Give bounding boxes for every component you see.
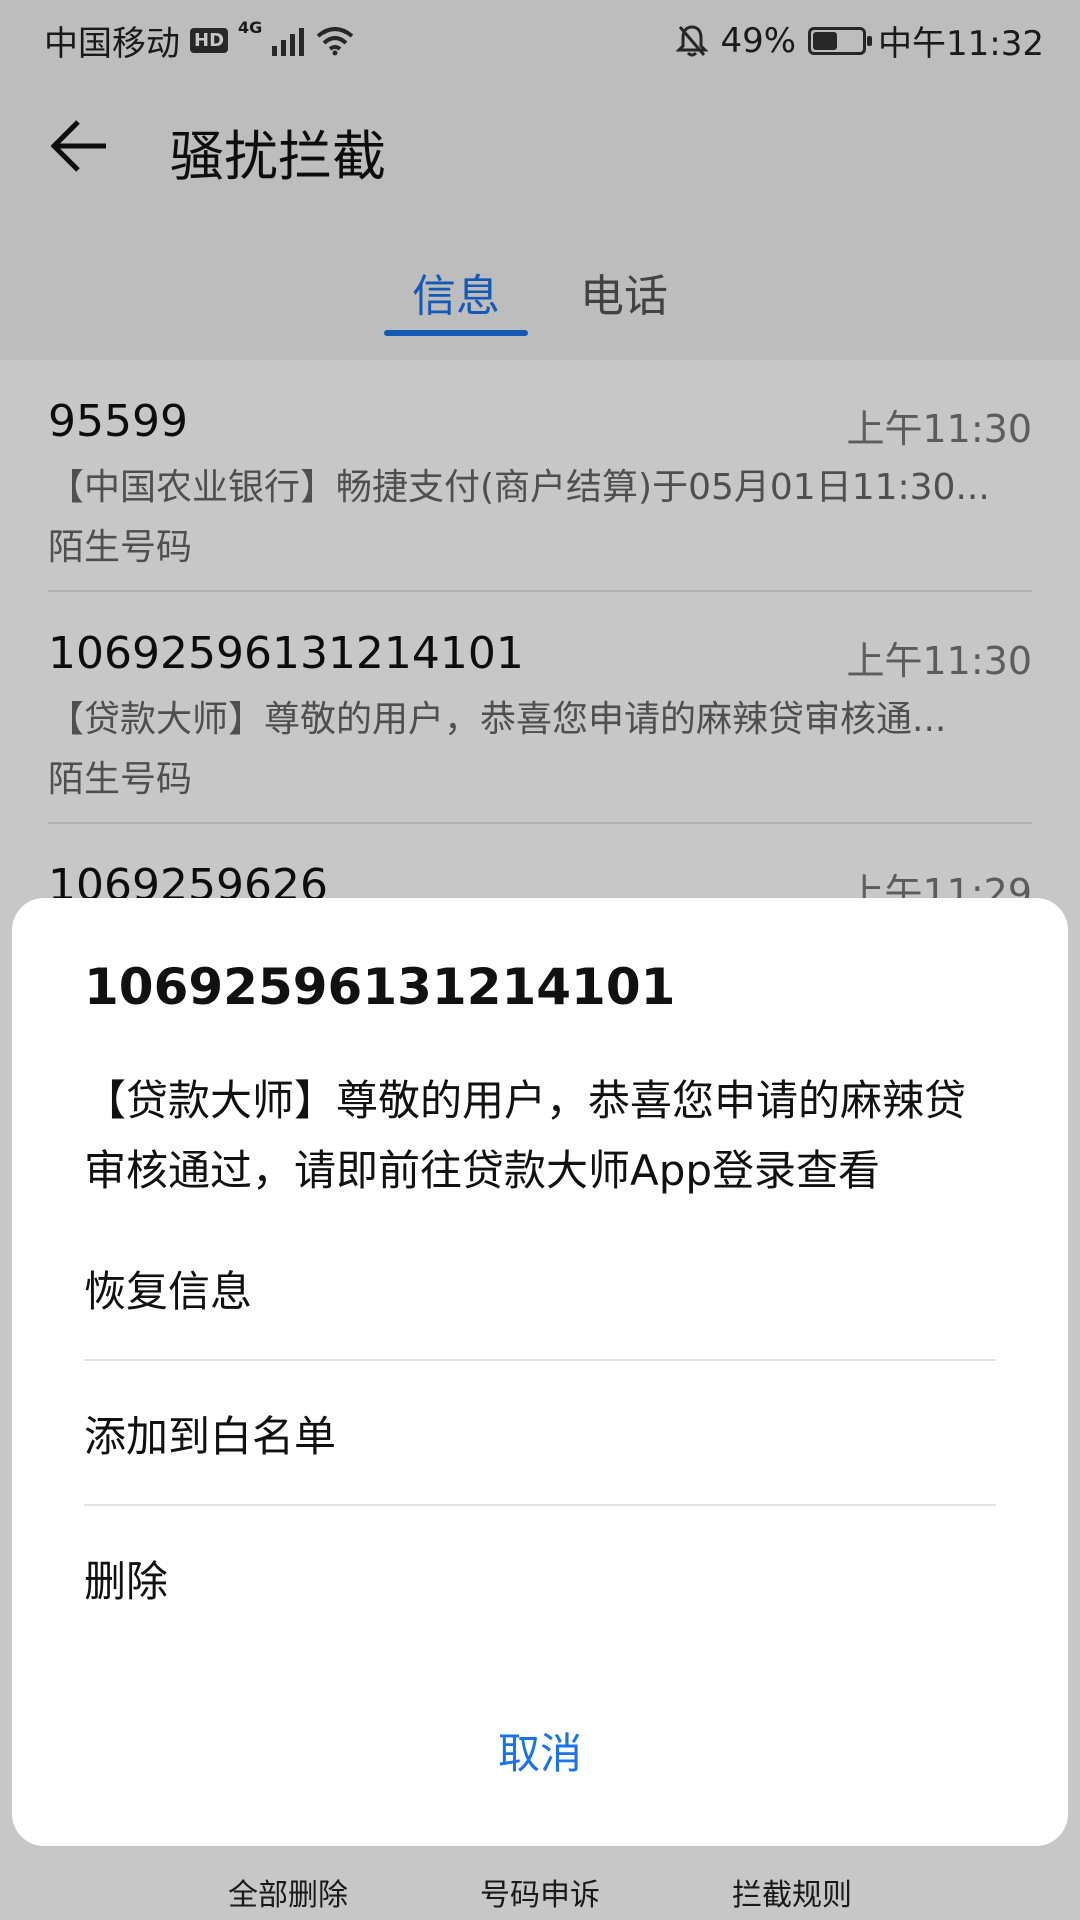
add-to-whitelist-label: 添加到白名单 (84, 1412, 337, 1461)
restore-message-option[interactable]: 恢复信息 (84, 1216, 996, 1361)
delete-option[interactable]: 删除 (84, 1506, 996, 1651)
message-action-dialog: 10692596131214101 【贷款大师】尊敬的用户，恭喜您申请的麻辣贷审… (12, 898, 1068, 1846)
restore-message-label: 恢复信息 (84, 1267, 253, 1316)
cancel-button[interactable]: 取消 (12, 1720, 1068, 1781)
add-to-whitelist-option[interactable]: 添加到白名单 (84, 1361, 996, 1506)
dialog-message: 【贷款大师】尊敬的用户，恭喜您申请的麻辣贷审核通过，请即前往贷款大师App登录查… (84, 1076, 967, 1195)
delete-label: 删除 (84, 1557, 169, 1606)
dialog-title: 10692596131214101 (84, 958, 676, 1016)
screen: 中国移动 HD 4G 49% 中午11:32 骚扰拦截 信息 电话 95599 … (0, 0, 1080, 1920)
